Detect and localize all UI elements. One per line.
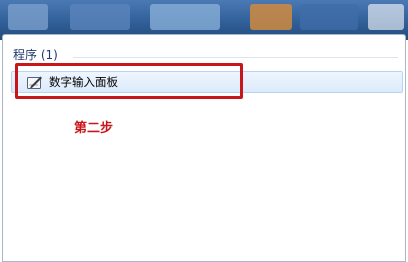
desktop-window-thumbnail xyxy=(250,4,292,30)
start-menu-search-results: 程序 (1) 数字输入面板 第二步 xyxy=(2,34,406,262)
step-highlight-box xyxy=(15,63,243,99)
desktop-window-thumbnail xyxy=(150,4,220,30)
desktop-window-thumbnail xyxy=(70,4,130,30)
desktop-window-thumbnail xyxy=(8,4,48,30)
step-annotation: 第二步 xyxy=(74,121,114,136)
desktop-window-thumbnail xyxy=(300,4,358,30)
desktop-window-thumbnail xyxy=(368,4,404,30)
programs-section-header: 程序 (1) xyxy=(13,48,58,62)
section-divider xyxy=(73,57,398,58)
